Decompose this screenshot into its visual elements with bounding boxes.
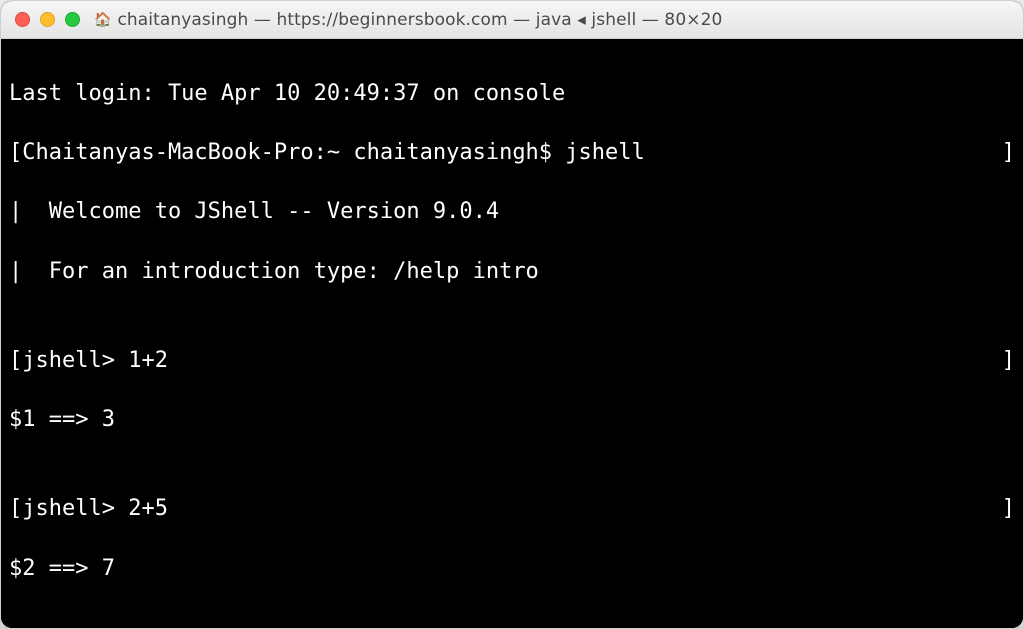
window-titlebar[interactable]: 🏠 chaitanyasingh — https://beginnersbook… xyxy=(1,1,1023,39)
term-text: ] xyxy=(1002,346,1015,376)
term-line: Last login: Tue Apr 10 20:49:37 on conso… xyxy=(9,79,1015,109)
term-line: [jshell> 2+5] xyxy=(9,494,1015,524)
term-text: [jshell> 2+5 xyxy=(9,494,168,524)
terminal-viewport[interactable]: Last login: Tue Apr 10 20:49:37 on conso… xyxy=(1,39,1023,628)
term-line: [Chaitanyas-MacBook-Pro:~ chaitanyasingh… xyxy=(9,138,1015,168)
term-text: ] xyxy=(1002,138,1015,168)
zoom-icon[interactable] xyxy=(65,12,80,27)
terminal-window: 🏠 chaitanyasingh — https://beginnersbook… xyxy=(0,0,1024,629)
term-line: | Welcome to JShell -- Version 9.0.4 xyxy=(9,197,1015,227)
term-text: ] xyxy=(1002,494,1015,524)
term-line: [jshell> 1+2] xyxy=(9,346,1015,376)
close-icon[interactable] xyxy=(15,12,30,27)
home-icon: 🏠 xyxy=(94,13,111,27)
term-line: | For an introduction type: /help intro xyxy=(9,257,1015,287)
minimize-icon[interactable] xyxy=(40,12,55,27)
term-text: [Chaitanyas-MacBook-Pro:~ chaitanyasingh… xyxy=(9,138,645,168)
term-line: $2 ==> 7 xyxy=(9,554,1015,584)
term-line: $1 ==> 3 xyxy=(9,405,1015,435)
term-text: [jshell> 1+2 xyxy=(9,346,168,376)
traffic-lights xyxy=(15,12,80,27)
window-title: chaitanyasingh — https://beginnersbook.c… xyxy=(117,10,722,30)
